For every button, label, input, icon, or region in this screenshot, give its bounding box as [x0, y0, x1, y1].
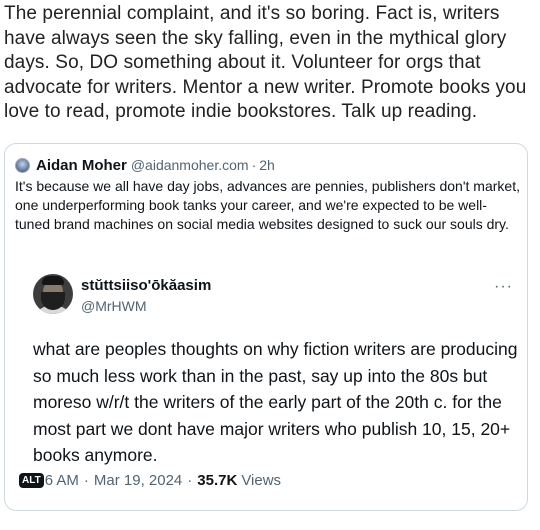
author-handle[interactable]: @aidanmoher.com: [131, 157, 249, 173]
quoted-post-text: It's because we all have day jobs, advan…: [15, 178, 520, 232]
quoted-post-card[interactable]: Aidan Moher @aidanmoher.com · 2h It's be…: [4, 143, 528, 511]
avatar[interactable]: [15, 157, 30, 173]
quoted-post-header: Aidan Moher @aidanmoher.com · 2h: [15, 155, 275, 175]
post-text: The perennial complaint, and it's so bor…: [4, 3, 527, 122]
separator-dot: ·: [251, 157, 257, 173]
post-time[interactable]: 2h: [259, 157, 275, 173]
post-meta: ALT 6 AM · Mar 19, 2024 · 35.7K Views: [19, 472, 281, 489]
more-options-icon[interactable]: ···: [494, 278, 513, 296]
views-count: 35.7K: [197, 472, 238, 489]
views-label: Views: [241, 472, 282, 489]
author-handle[interactable]: @MrHWM: [81, 298, 147, 314]
post-time[interactable]: 6 AM: [45, 472, 79, 489]
author-name[interactable]: Aidan Moher: [36, 157, 127, 174]
embedded-post-text: what are peoples thoughts on why fiction…: [33, 339, 518, 465]
separator-dot: ·: [83, 472, 89, 489]
separator-dot: ·: [187, 472, 193, 489]
alt-badge[interactable]: ALT: [19, 473, 44, 488]
post-date[interactable]: Mar 19, 2024: [94, 472, 182, 489]
author-name[interactable]: stŭttsiiso'ōkăasim: [81, 277, 211, 294]
avatar[interactable]: [33, 274, 73, 314]
